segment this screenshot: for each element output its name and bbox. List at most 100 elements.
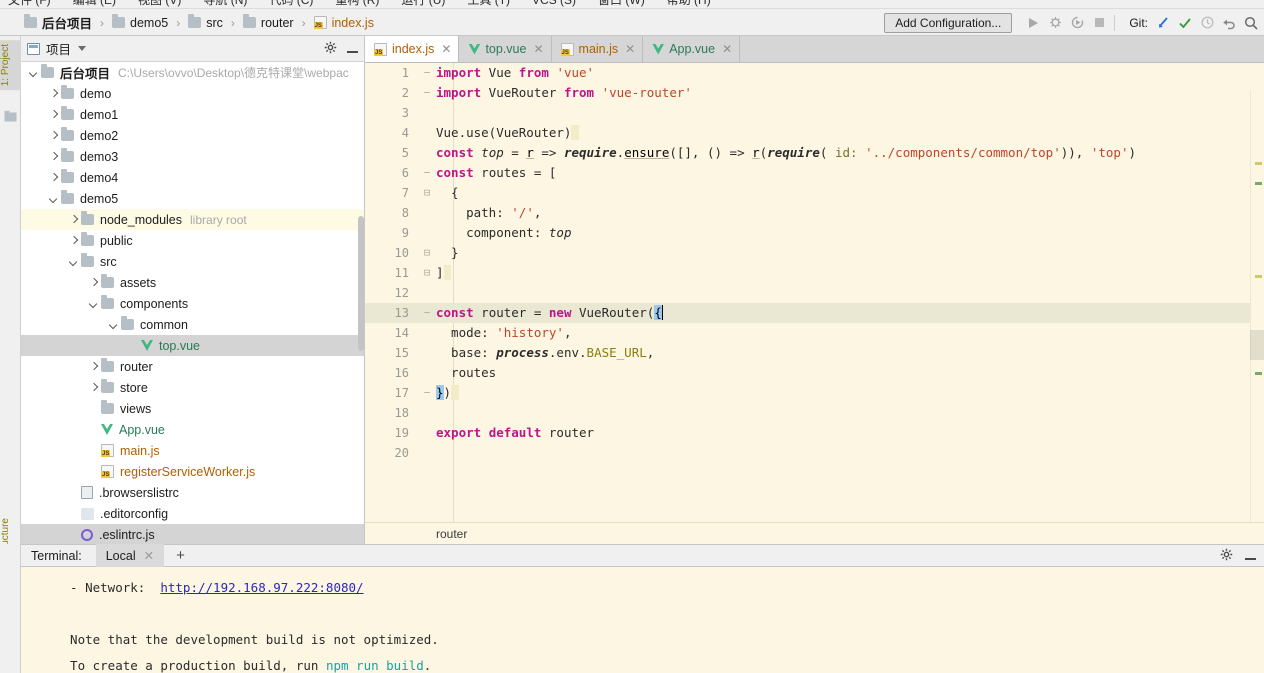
chevron-right-icon[interactable] [47,108,60,121]
settings-gear-icon[interactable] [1220,548,1233,564]
stop-square-icon[interactable] [1088,12,1110,34]
close-x-icon[interactable]: ✕ [441,42,451,56]
main-menu-bar[interactable]: 文件 (F) 编辑 (E) 视图 (V) 导航 (N) 代码 (C) 重构 (R) 运行 (… [0,0,1264,9]
tree-item-demo2[interactable]: demo2 [21,125,364,146]
breadcrumb[interactable]: 后台项目 › demo5 › src › router › index.js [22,9,376,36]
chevron-right-icon[interactable] [87,381,100,394]
code-fold-icon[interactable]: − [421,63,433,83]
code-line[interactable]: 20 [365,443,1264,463]
menu-item[interactable]: 视图 (V) [138,0,181,7]
menu-item[interactable]: 工具 (T) [467,0,510,7]
code-line[interactable]: 4 Vue.use(VueRouter) [365,123,1264,143]
chevron-down-icon[interactable] [107,318,120,331]
tree-item-router[interactable]: router [21,356,364,377]
editor-breadcrumb[interactable]: router [365,522,1264,544]
editor-vertical-scrollbar[interactable] [1250,330,1264,360]
chevron-right-icon[interactable] [47,171,60,184]
tree-item-src[interactable]: src [21,251,364,272]
menu-item[interactable]: 运行 (U) [401,0,445,7]
tree-item-components[interactable]: components [21,293,364,314]
menu-item[interactable]: 窗口 (W) [598,0,645,7]
hide-minimize-icon[interactable] [1245,549,1256,563]
warning-marker[interactable] [1255,162,1262,165]
code-line[interactable]: 15 base: process.env.BASE_URL, [365,343,1264,363]
code-fold-icon[interactable]: − [421,163,433,183]
tree-item-demo3[interactable]: demo3 [21,146,364,167]
code-fold-icon[interactable]: − [421,383,433,403]
chevron-down-icon[interactable] [47,192,60,205]
tree-item-demo5[interactable]: demo5 [21,188,364,209]
tab-app-vue[interactable]: App.vue ✕ [643,36,741,62]
menu-item[interactable]: 重构 (R) [335,0,379,7]
project-panel-icon[interactable] [4,110,17,123]
code-line[interactable]: 8 path: '/', [365,203,1264,223]
breadcrumb-item-index-js[interactable]: index.js [312,9,376,36]
tree-item-node-modules[interactable]: node_modules library root [21,209,364,230]
close-x-icon[interactable]: ✕ [625,42,635,56]
breadcrumb-item-demo5[interactable]: demo5 [110,9,170,36]
hide-minimize-icon[interactable] [347,42,358,56]
tree-item-top-vue[interactable]: top.vue [21,335,364,356]
breadcrumb-item-----[interactable]: 后台项目 [22,9,94,36]
chevron-down-icon[interactable] [27,66,40,79]
settings-gear-icon[interactable] [324,41,337,57]
tree-item-demo[interactable]: demo [21,83,364,104]
breadcrumb-item-src[interactable]: src [186,9,225,36]
code-fold-icon[interactable]: − [421,303,433,323]
chevron-right-icon[interactable] [47,129,60,142]
tree-item--eslintrc-js[interactable]: .eslintrc.js [21,524,364,544]
plus-add-icon[interactable]: + [176,548,185,563]
tree-item-main-js[interactable]: main.js [21,440,364,461]
chevron-right-icon[interactable] [47,150,60,163]
code-line[interactable]: 9 component: top [365,223,1264,243]
close-x-icon[interactable]: ✕ [144,548,154,563]
code-line[interactable]: 3 [365,103,1264,123]
tree-item-demo1[interactable]: demo1 [21,104,364,125]
tree-item-public[interactable]: public [21,230,364,251]
code-line[interactable]: 5 const top = r => require.ensure([], () … [365,143,1264,163]
chevron-right-icon[interactable] [87,276,100,289]
update-project-arrow-icon[interactable] [1152,12,1174,34]
tree-item-store[interactable]: store [21,377,364,398]
chevron-right-icon[interactable] [67,213,80,226]
terminal-url-link[interactable]: http://192.168.97.222:8080/ [160,580,363,595]
code-fold-icon[interactable]: ⊟ [421,263,433,283]
tree-item-demo4[interactable]: demo4 [21,167,364,188]
code-line[interactable]: 13− const router = new VueRouter({ [365,303,1264,323]
tree-item--editorconfig[interactable]: .editorconfig [21,503,364,524]
code-line[interactable]: 2− import VueRouter from 'vue-router' [365,83,1264,103]
tab-main-js[interactable]: main.js ✕ [551,36,644,62]
code-line[interactable]: 10 ⊟ } [365,243,1264,263]
rollback-undo-icon[interactable] [1218,12,1240,34]
chevron-right-icon[interactable] [47,87,60,100]
code-line[interactable]: 12 [365,283,1264,303]
menu-item[interactable]: 文件 (F) [8,0,51,7]
code-fold-icon[interactable]: ⊟ [421,183,433,203]
add-configuration-button[interactable]: Add Configuration... [884,12,1013,33]
code-line[interactable]: 16 routes [365,363,1264,383]
tab-index-js[interactable]: index.js ✕ [365,36,460,62]
tree-item-app-vue[interactable]: App.vue [21,419,364,440]
run-play-icon[interactable] [1022,12,1044,34]
code-line[interactable]: 18 [365,403,1264,423]
terminal-output[interactable]: - Network: http://192.168.97.222:8080/ N… [21,567,1264,673]
tree-item-assets[interactable]: assets [21,272,364,293]
search-magnifier-icon[interactable] [1240,12,1262,34]
menu-item[interactable]: 帮助 (H) [667,0,711,7]
info-marker[interactable] [1255,372,1262,375]
close-x-icon[interactable]: ✕ [533,42,543,56]
info-marker[interactable] [1255,182,1262,185]
terminal-tab-local[interactable]: Local ✕ [95,544,165,567]
code-fold-icon[interactable]: − [421,83,433,103]
tree-item-----[interactable]: 后台项目 C:\Users\ovvo\Desktop\德克特课堂\webpac [21,62,364,83]
commit-check-icon[interactable] [1174,12,1196,34]
code-line[interactable]: 17−}) [365,383,1264,403]
tab-top-vue[interactable]: top.vue ✕ [459,36,552,62]
editor-tab-bar[interactable]: index.js ✕ top.vue ✕ main.js ✕ App.vue ✕ [365,36,1264,63]
code-editor[interactable]: 1− import Vue from 'vue' 2− import VueRoute… [365,63,1264,544]
editor-marker-bar[interactable] [1250,90,1264,544]
code-line[interactable]: 14 mode: 'history', [365,323,1264,343]
breadcrumb-item-router[interactable]: router [241,9,296,36]
menu-item[interactable]: 导航 (N) [203,0,247,7]
chevron-right-icon[interactable] [67,234,80,247]
